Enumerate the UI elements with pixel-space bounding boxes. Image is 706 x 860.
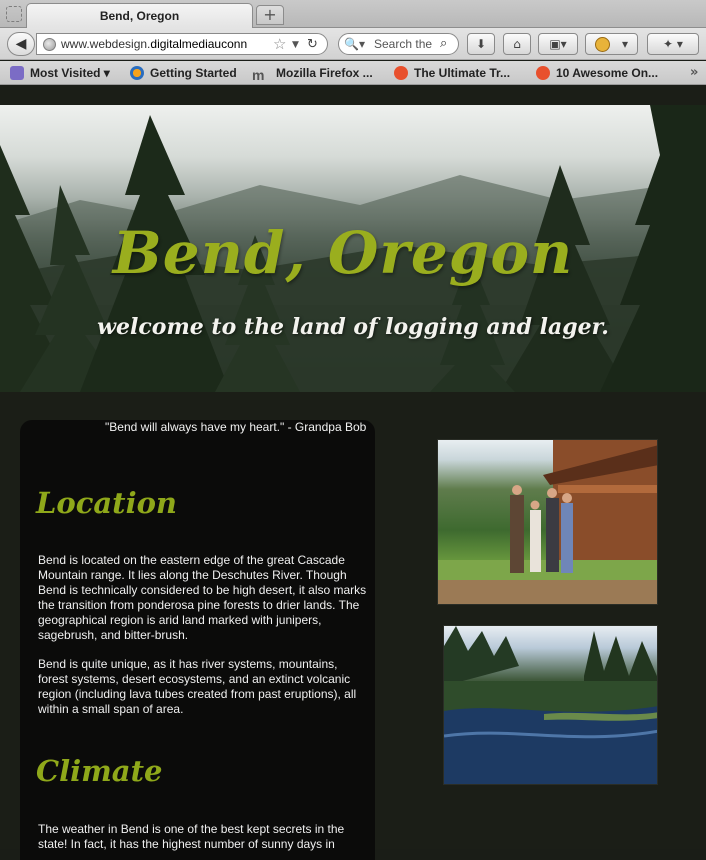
river-scene <box>444 626 657 784</box>
bookmark-label: The Ultimate Tr... <box>414 66 511 80</box>
river-photo <box>443 625 658 785</box>
cabin-scene <box>438 440 657 604</box>
stumbleupon-icon <box>536 66 550 80</box>
home-icon: ⌂ <box>513 37 521 51</box>
bookmark-getting-started[interactable]: Getting Started <box>130 61 237 85</box>
extension-dropdown-icon: ▾ <box>621 37 629 51</box>
hero-banner: Bend, Oregon welcome to the land of logg… <box>0 105 706 392</box>
grandpa-quote: "Bend will always have my heart." - Gran… <box>105 420 367 434</box>
bookmark-label: Getting Started <box>150 66 237 80</box>
tools-icon: ✦ ▾ <box>663 37 683 51</box>
bookmarks-overflow-icon[interactable]: » <box>690 61 698 85</box>
download-icon: ⬇ <box>475 37 487 51</box>
search-bar[interactable]: 🔍▾ Search the ⌕ <box>338 33 459 55</box>
globe-icon <box>43 38 56 51</box>
most-visited-icon <box>10 66 24 80</box>
back-arrow-icon: ◀ <box>15 36 27 52</box>
tab-bar: Bend, Oregon + <box>0 0 706 29</box>
location-heading: Location <box>36 486 178 520</box>
tab-group-icon[interactable] <box>6 6 22 22</box>
hero-title: Bend, Oregon <box>112 219 574 287</box>
bookmark-10-awesome[interactable]: 10 Awesome On... <box>536 61 658 85</box>
downloads-button[interactable]: ⬇ <box>467 33 495 55</box>
url-prefix: www.webdesign. <box>61 37 151 51</box>
search-input[interactable]: Search the <box>374 34 438 54</box>
search-go-icon[interactable]: ⌕ <box>440 34 447 54</box>
bookmarks-icon: ▣▾ <box>549 37 567 51</box>
bookmark-label: 10 Awesome On... <box>556 66 659 80</box>
navigation-toolbar: ◀ www.webdesign.digitalmediauconn ☆ ▼ ↻ … <box>0 28 706 60</box>
bookmarks-toolbar: Most Visited ▾ Getting Started m Mozilla … <box>0 61 706 85</box>
climate-heading: Climate <box>36 754 163 788</box>
text-column: "Bend will always have my heart." - Gran… <box>20 420 375 860</box>
firefox-icon <box>130 66 144 80</box>
tab-bend-oregon[interactable]: Bend, Oregon <box>26 3 253 29</box>
climate-paragraph-1: The weather in Bend is one of the best k… <box>38 822 345 851</box>
tab-title: Bend, Oregon <box>99 9 180 23</box>
home-button[interactable]: ⌂ <box>503 33 531 55</box>
url-domain: digitalmediauconn <box>150 37 248 51</box>
search-engine-icon[interactable]: 🔍▾ <box>344 34 365 54</box>
back-button[interactable]: ◀ <box>7 32 35 56</box>
bookmark-label: Mozilla Firefox ... <box>276 66 373 80</box>
bookmark-mozilla-firefox[interactable]: m Mozilla Firefox ... <box>252 61 373 85</box>
hero-subtitle: welcome to the land of logging and lager… <box>97 314 609 340</box>
bookmark-ultimate[interactable]: The Ultimate Tr... <box>394 61 510 85</box>
location-paragraph-1: Bend is located on the eastern edge of t… <box>38 553 367 642</box>
extension-button[interactable]: ▾ <box>585 33 638 55</box>
url-bar[interactable]: www.webdesign.digitalmediauconn ☆ ▼ ↻ <box>36 33 328 55</box>
mozilla-icon: m <box>252 67 265 83</box>
main-content: "Bend will always have my heart." - Gran… <box>0 392 706 860</box>
new-tab-button[interactable]: + <box>256 5 284 25</box>
extension-face-icon <box>594 37 610 52</box>
url-dropdown-icon[interactable]: ▼ <box>292 35 299 55</box>
family-cabin-photo <box>437 439 658 605</box>
bookmark-label: Most Visited ▾ <box>30 66 110 80</box>
bookmark-star-icon[interactable]: ☆ <box>273 35 286 54</box>
location-paragraph-2: Bend is quite unique, as it has river sy… <box>38 657 357 716</box>
page-top-strip <box>0 86 706 105</box>
bookmarks-menu-button[interactable]: ▣▾ <box>538 33 578 55</box>
stumbleupon-icon <box>394 66 408 80</box>
bookmark-most-visited[interactable]: Most Visited ▾ <box>10 61 110 85</box>
tools-button[interactable]: ✦ ▾ <box>647 33 699 55</box>
reload-icon[interactable]: ↻ <box>307 35 318 54</box>
url-text[interactable]: www.webdesign.digitalmediauconn <box>61 34 267 55</box>
